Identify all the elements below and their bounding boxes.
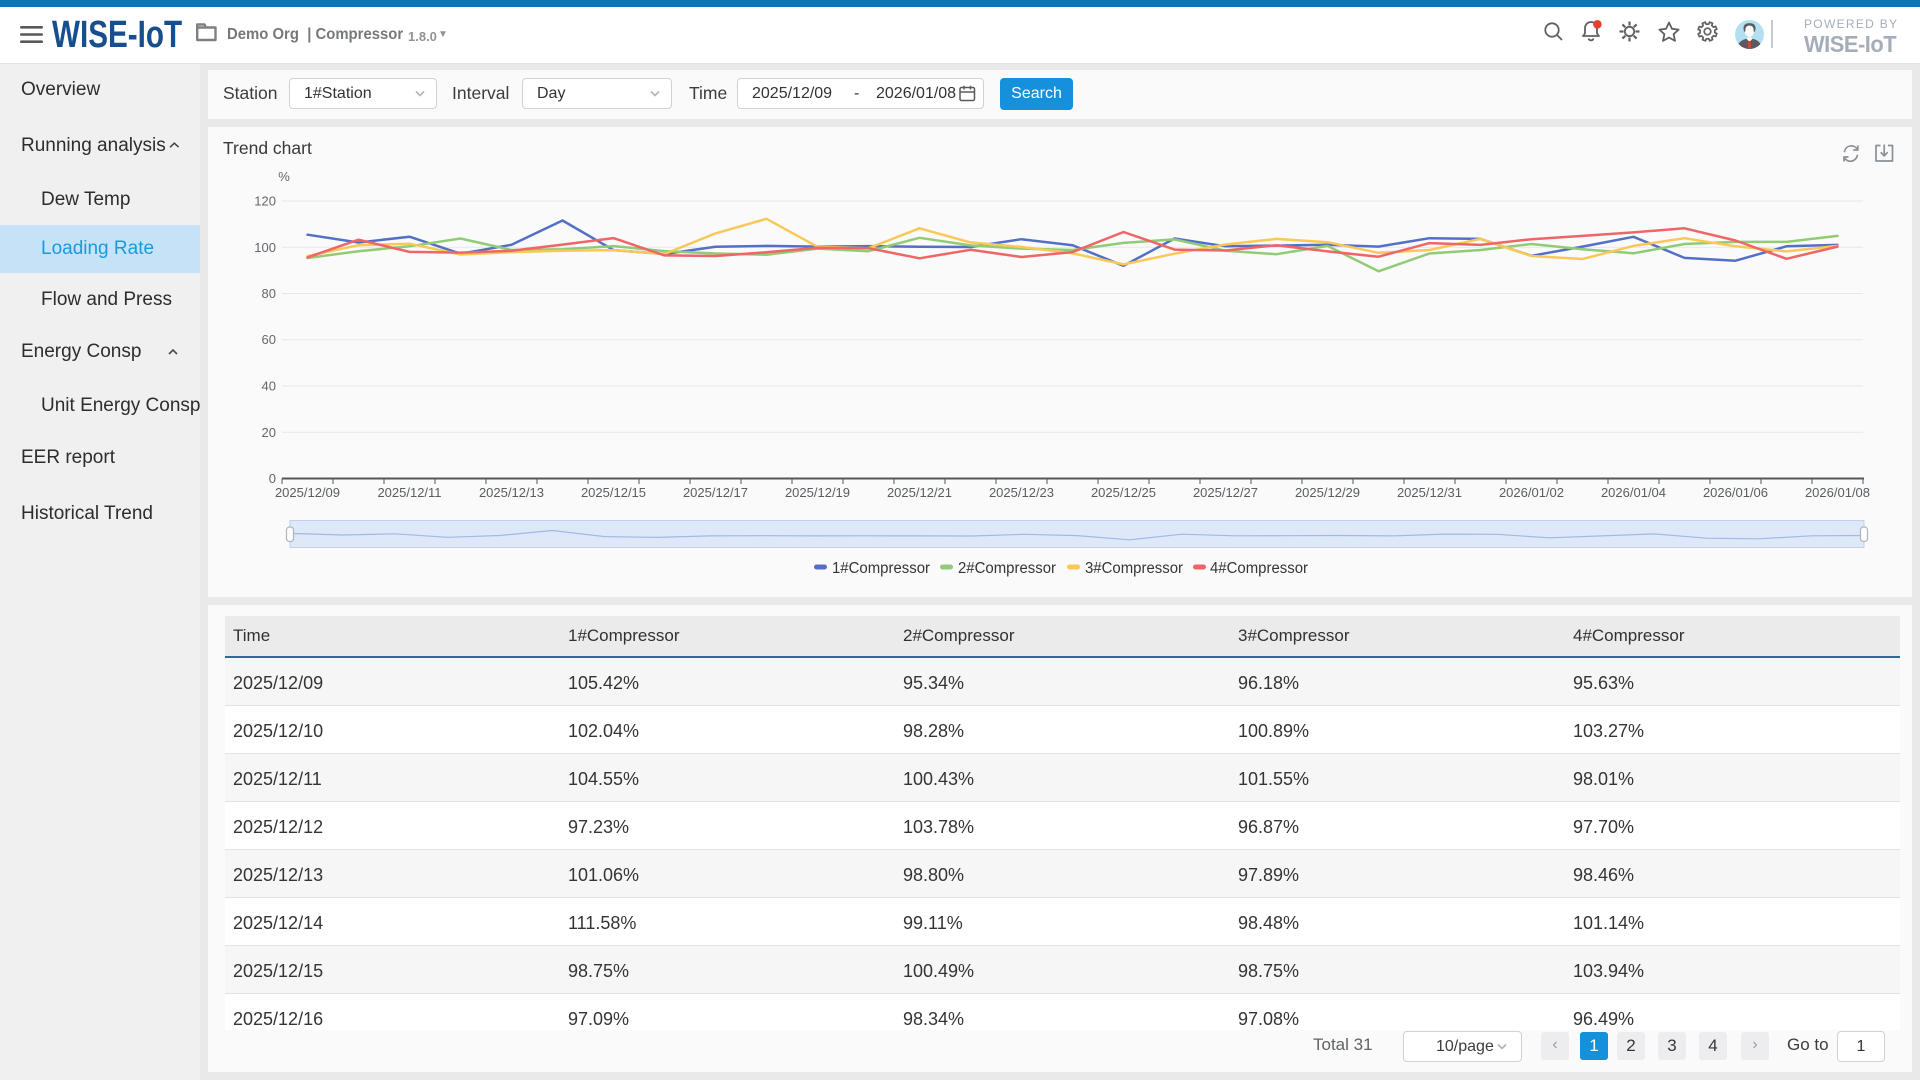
svg-text:2025/12/31: 2025/12/31 xyxy=(1397,485,1462,500)
svg-text:4#Compressor: 4#Compressor xyxy=(1210,560,1308,577)
svg-text:2026/01/06: 2026/01/06 xyxy=(1703,485,1768,500)
svg-text:40: 40 xyxy=(262,379,276,394)
svg-text:2#Compressor: 2#Compressor xyxy=(958,560,1056,577)
svg-text:2025/12/17: 2025/12/17 xyxy=(683,485,748,500)
svg-text:2025/12/29: 2025/12/29 xyxy=(1295,485,1360,500)
svg-text:2025/12/15: 2025/12/15 xyxy=(581,485,646,500)
svg-text:3#Compressor: 3#Compressor xyxy=(1085,560,1183,577)
svg-text:120: 120 xyxy=(254,194,276,209)
svg-text:60: 60 xyxy=(262,332,276,347)
svg-text:80: 80 xyxy=(262,286,276,301)
svg-text:2025/12/23: 2025/12/23 xyxy=(989,485,1054,500)
svg-text:0: 0 xyxy=(269,471,276,486)
svg-text:2025/12/09: 2025/12/09 xyxy=(275,485,340,500)
svg-text:2025/12/21: 2025/12/21 xyxy=(887,485,952,500)
svg-text:2025/12/27: 2025/12/27 xyxy=(1193,485,1258,500)
svg-text:2026/01/02: 2026/01/02 xyxy=(1499,485,1564,500)
svg-text:2025/12/11: 2025/12/11 xyxy=(377,485,441,500)
svg-text:2026/01/04: 2026/01/04 xyxy=(1601,485,1666,500)
svg-text:100: 100 xyxy=(254,240,276,255)
svg-text:2025/12/19: 2025/12/19 xyxy=(785,485,850,500)
svg-text:20: 20 xyxy=(262,425,276,440)
svg-text:2025/12/13: 2025/12/13 xyxy=(479,485,544,500)
svg-text:1#Compressor: 1#Compressor xyxy=(832,560,930,577)
svg-text:2026/01/08: 2026/01/08 xyxy=(1805,485,1870,500)
svg-text:2025/12/25: 2025/12/25 xyxy=(1091,485,1156,500)
svg-text:%: % xyxy=(278,169,290,184)
